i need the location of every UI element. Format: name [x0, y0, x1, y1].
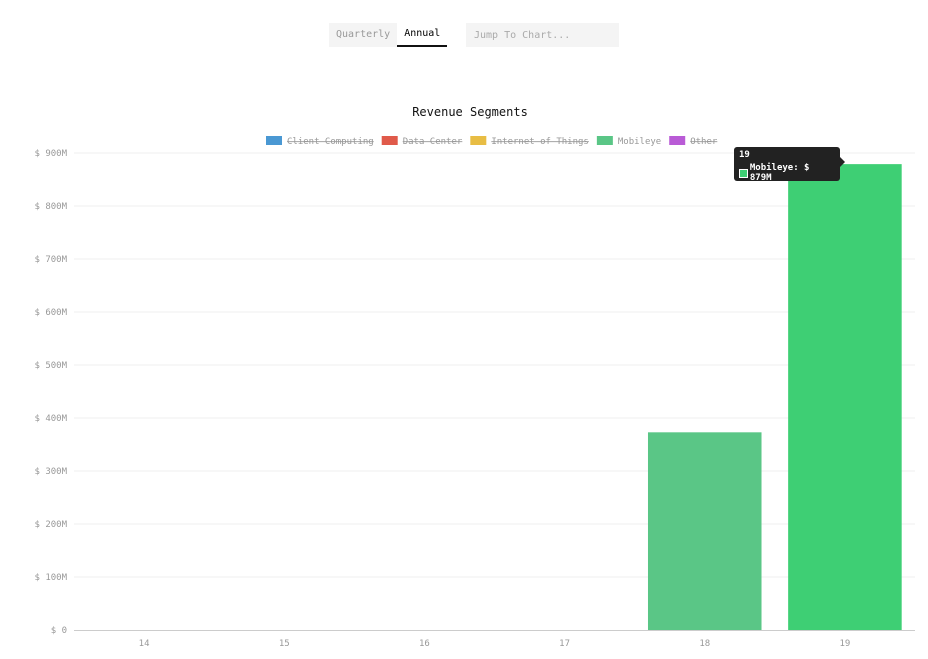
tooltip-label: Mobileye: $ 879M [749, 163, 810, 183]
y-tick-label: $ 200M [34, 520, 67, 530]
chart-legend: Client Computing Data Center Internet of T… [266, 136, 718, 147]
legend-item-other[interactable]: Other [669, 136, 718, 147]
revenue-segments-chart: Revenue Segments Client Computing Data Ce… [34, 105, 915, 649]
x-tick-label: 17 [559, 639, 570, 649]
y-tick-label: $ 700M [34, 255, 67, 265]
legend-label: Data Center [403, 137, 463, 147]
legend-label: Internet of Things [491, 137, 589, 147]
legend-label: Mobileye [618, 137, 661, 147]
x-axis: 14 15 16 17 18 19 [139, 639, 851, 649]
legend-item-internet-of-things[interactable]: Internet of Things [470, 136, 589, 147]
x-tick-label: 14 [139, 639, 150, 649]
y-tick-label: $ 600M [34, 308, 67, 318]
chart-bars [647, 164, 902, 630]
y-tick-label: $ 100M [34, 573, 67, 583]
legend-swatch [669, 136, 686, 145]
legend-swatch [470, 136, 487, 145]
bar-mobileye-19[interactable] [788, 164, 902, 630]
legend-label: Other [690, 137, 718, 147]
legend-swatch [266, 136, 282, 145]
chart-tooltip: 19 Mobileye: $ 879M [734, 147, 845, 183]
legend-label: Client Computing [287, 137, 374, 147]
y-tick-label: $ 400M [34, 414, 67, 424]
x-tick-label: 15 [279, 639, 290, 649]
legend-swatch [596, 136, 613, 145]
tooltip-title: 19 [739, 150, 750, 160]
y-tick-label: $ 300M [34, 467, 67, 477]
bar-mobileye-18[interactable] [647, 432, 762, 630]
legend-swatch [381, 136, 398, 145]
y-tick-label: $ 900M [34, 149, 67, 159]
legend-item-mobileye[interactable]: Mobileye [596, 136, 661, 147]
chart-title: Revenue Segments [412, 105, 528, 119]
legend-item-data-center[interactable]: Data Center [381, 136, 463, 147]
legend-item-client-computing[interactable]: Client Computing [266, 136, 374, 147]
x-tick-label: 16 [419, 639, 430, 649]
x-tick-label: 19 [839, 639, 850, 649]
x-tick-label: 18 [699, 639, 710, 649]
y-tick-label: $ 500M [34, 361, 67, 371]
y-axis: $ 0 $ 100M $ 200M $ 300M $ 400M $ 500M $ 600M $… [34, 149, 915, 636]
tooltip-swatch [739, 168, 748, 178]
y-tick-label: $ 0 [51, 626, 67, 636]
tooltip-arrow [840, 157, 845, 167]
y-tick-label: $ 800M [34, 202, 67, 212]
